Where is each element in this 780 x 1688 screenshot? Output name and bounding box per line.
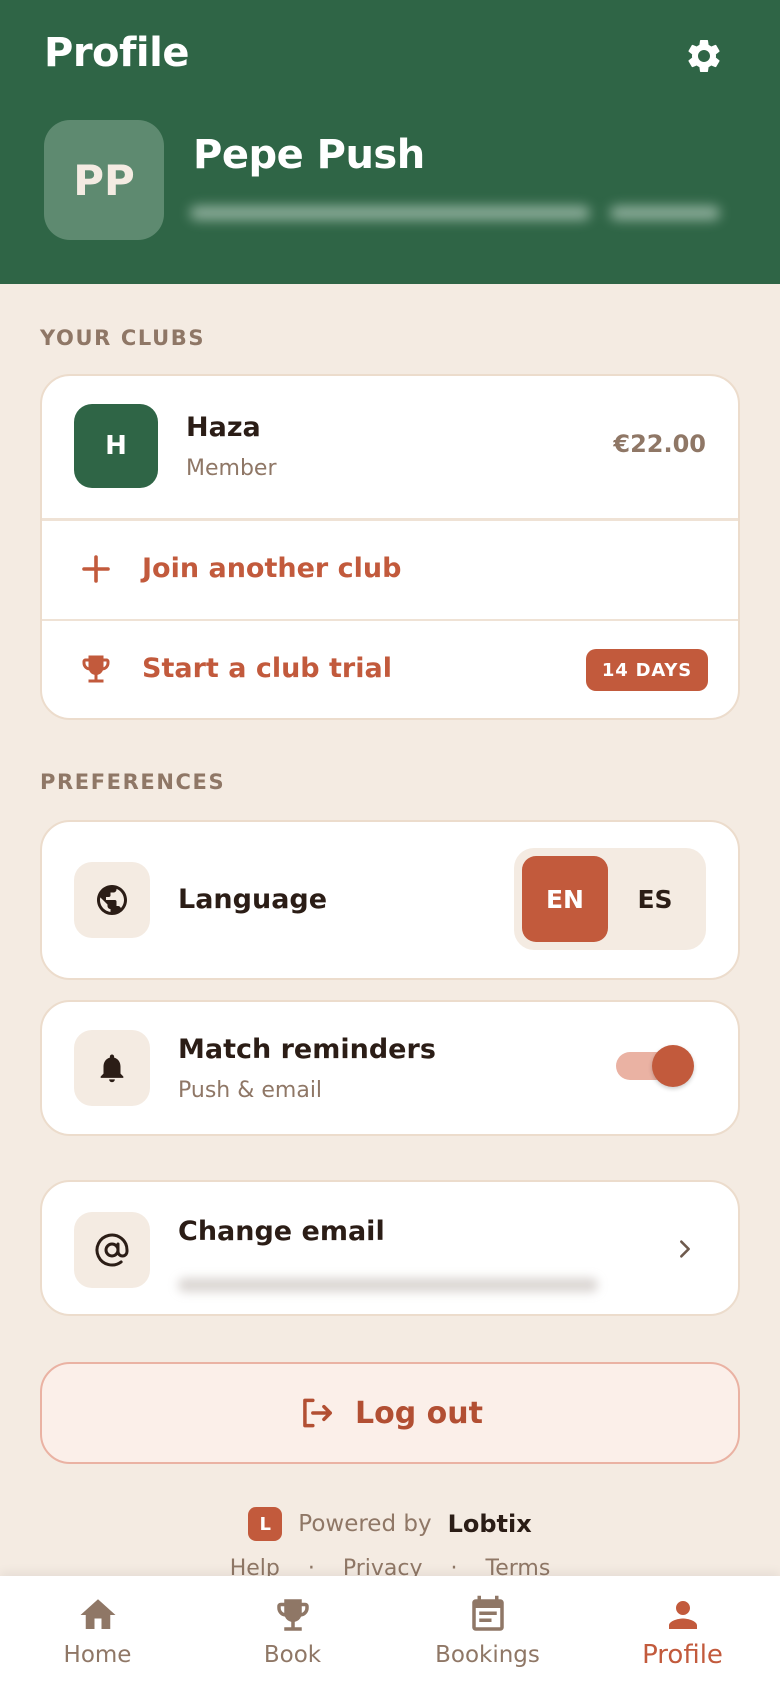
powered-by: L Powered by Lobtix [0, 1506, 780, 1542]
language-card: Language EN ES [40, 820, 740, 980]
club-logo: H [74, 404, 158, 488]
user-name: Pepe Push [193, 132, 425, 178]
logout-icon [303, 1398, 333, 1428]
club-role: Member [186, 456, 277, 481]
tab-profile[interactable]: Profile [585, 1576, 780, 1688]
globe-icon [97, 885, 127, 915]
join-club-label: Join another club [142, 553, 402, 584]
language-option-es[interactable]: ES [612, 856, 698, 942]
profile-header: Profile PP Pepe Push [0, 0, 780, 284]
bell-icon [100, 1054, 124, 1083]
gear-icon[interactable] [684, 36, 724, 76]
tab-label: Home [63, 1642, 132, 1668]
section-label-preferences: PREFERENCES [40, 770, 226, 794]
plus-icon [82, 555, 110, 583]
reminders-card: Match reminders Push & email [40, 1000, 740, 1136]
start-trial-label: Start a club trial [142, 653, 392, 684]
avatar: PP [44, 120, 164, 240]
trial-days-badge: 14 DAYS [585, 649, 708, 691]
club-name: Haza [186, 412, 261, 443]
club-row[interactable]: H Haza Member €22.00 [42, 376, 738, 518]
reminders-icon-box [74, 1030, 150, 1106]
reminders-subtitle: Push & email [178, 1078, 323, 1103]
at-sign-icon [95, 1233, 129, 1267]
logout-button[interactable]: Log out [40, 1362, 740, 1464]
change-email-card[interactable]: Change email [40, 1180, 740, 1316]
language-option-en[interactable]: EN [522, 856, 608, 942]
language-title: Language [178, 884, 328, 915]
calendar-icon [472, 1595, 504, 1631]
bottom-tab-bar: Home Book Bookings Profile [0, 1576, 780, 1688]
tab-bookings[interactable]: Bookings [390, 1576, 585, 1688]
page-title: Profile [44, 30, 189, 76]
user-email-redacted [190, 200, 740, 226]
powered-by-brand: Lobtix [447, 1510, 532, 1538]
tab-label: Book [263, 1642, 322, 1668]
email-icon-box [74, 1212, 150, 1288]
reminders-title: Match reminders [178, 1034, 436, 1065]
change-email-title: Change email [178, 1216, 385, 1247]
tab-home[interactable]: Home [0, 1576, 195, 1688]
clubs-card: H Haza Member €22.00 Join another club S… [40, 374, 740, 720]
chevron-right-icon [680, 1240, 690, 1258]
section-label-clubs: YOUR CLUBS [40, 326, 206, 350]
start-trial-button[interactable]: Start a club trial 14 DAYS [42, 621, 738, 719]
club-balance: €22.00 [613, 430, 706, 458]
toggle-knob [652, 1045, 694, 1087]
trophy-icon [82, 655, 110, 683]
person-icon [669, 1601, 697, 1629]
tab-label: Bookings [435, 1642, 540, 1668]
powered-by-text: Powered by [298, 1511, 432, 1537]
tab-label: Profile [642, 1640, 723, 1670]
lobtix-logo: L [248, 1507, 283, 1541]
home-icon [80, 1599, 116, 1629]
language-icon-box [74, 862, 150, 938]
logout-label: Log out [355, 1395, 483, 1431]
trophy-icon [277, 1599, 309, 1631]
reminders-toggle[interactable] [616, 1045, 694, 1087]
join-club-button[interactable]: Join another club [42, 521, 738, 619]
tab-book[interactable]: Book [195, 1576, 390, 1688]
current-email-redacted [178, 1270, 598, 1300]
language-toggle: EN ES [514, 848, 706, 950]
